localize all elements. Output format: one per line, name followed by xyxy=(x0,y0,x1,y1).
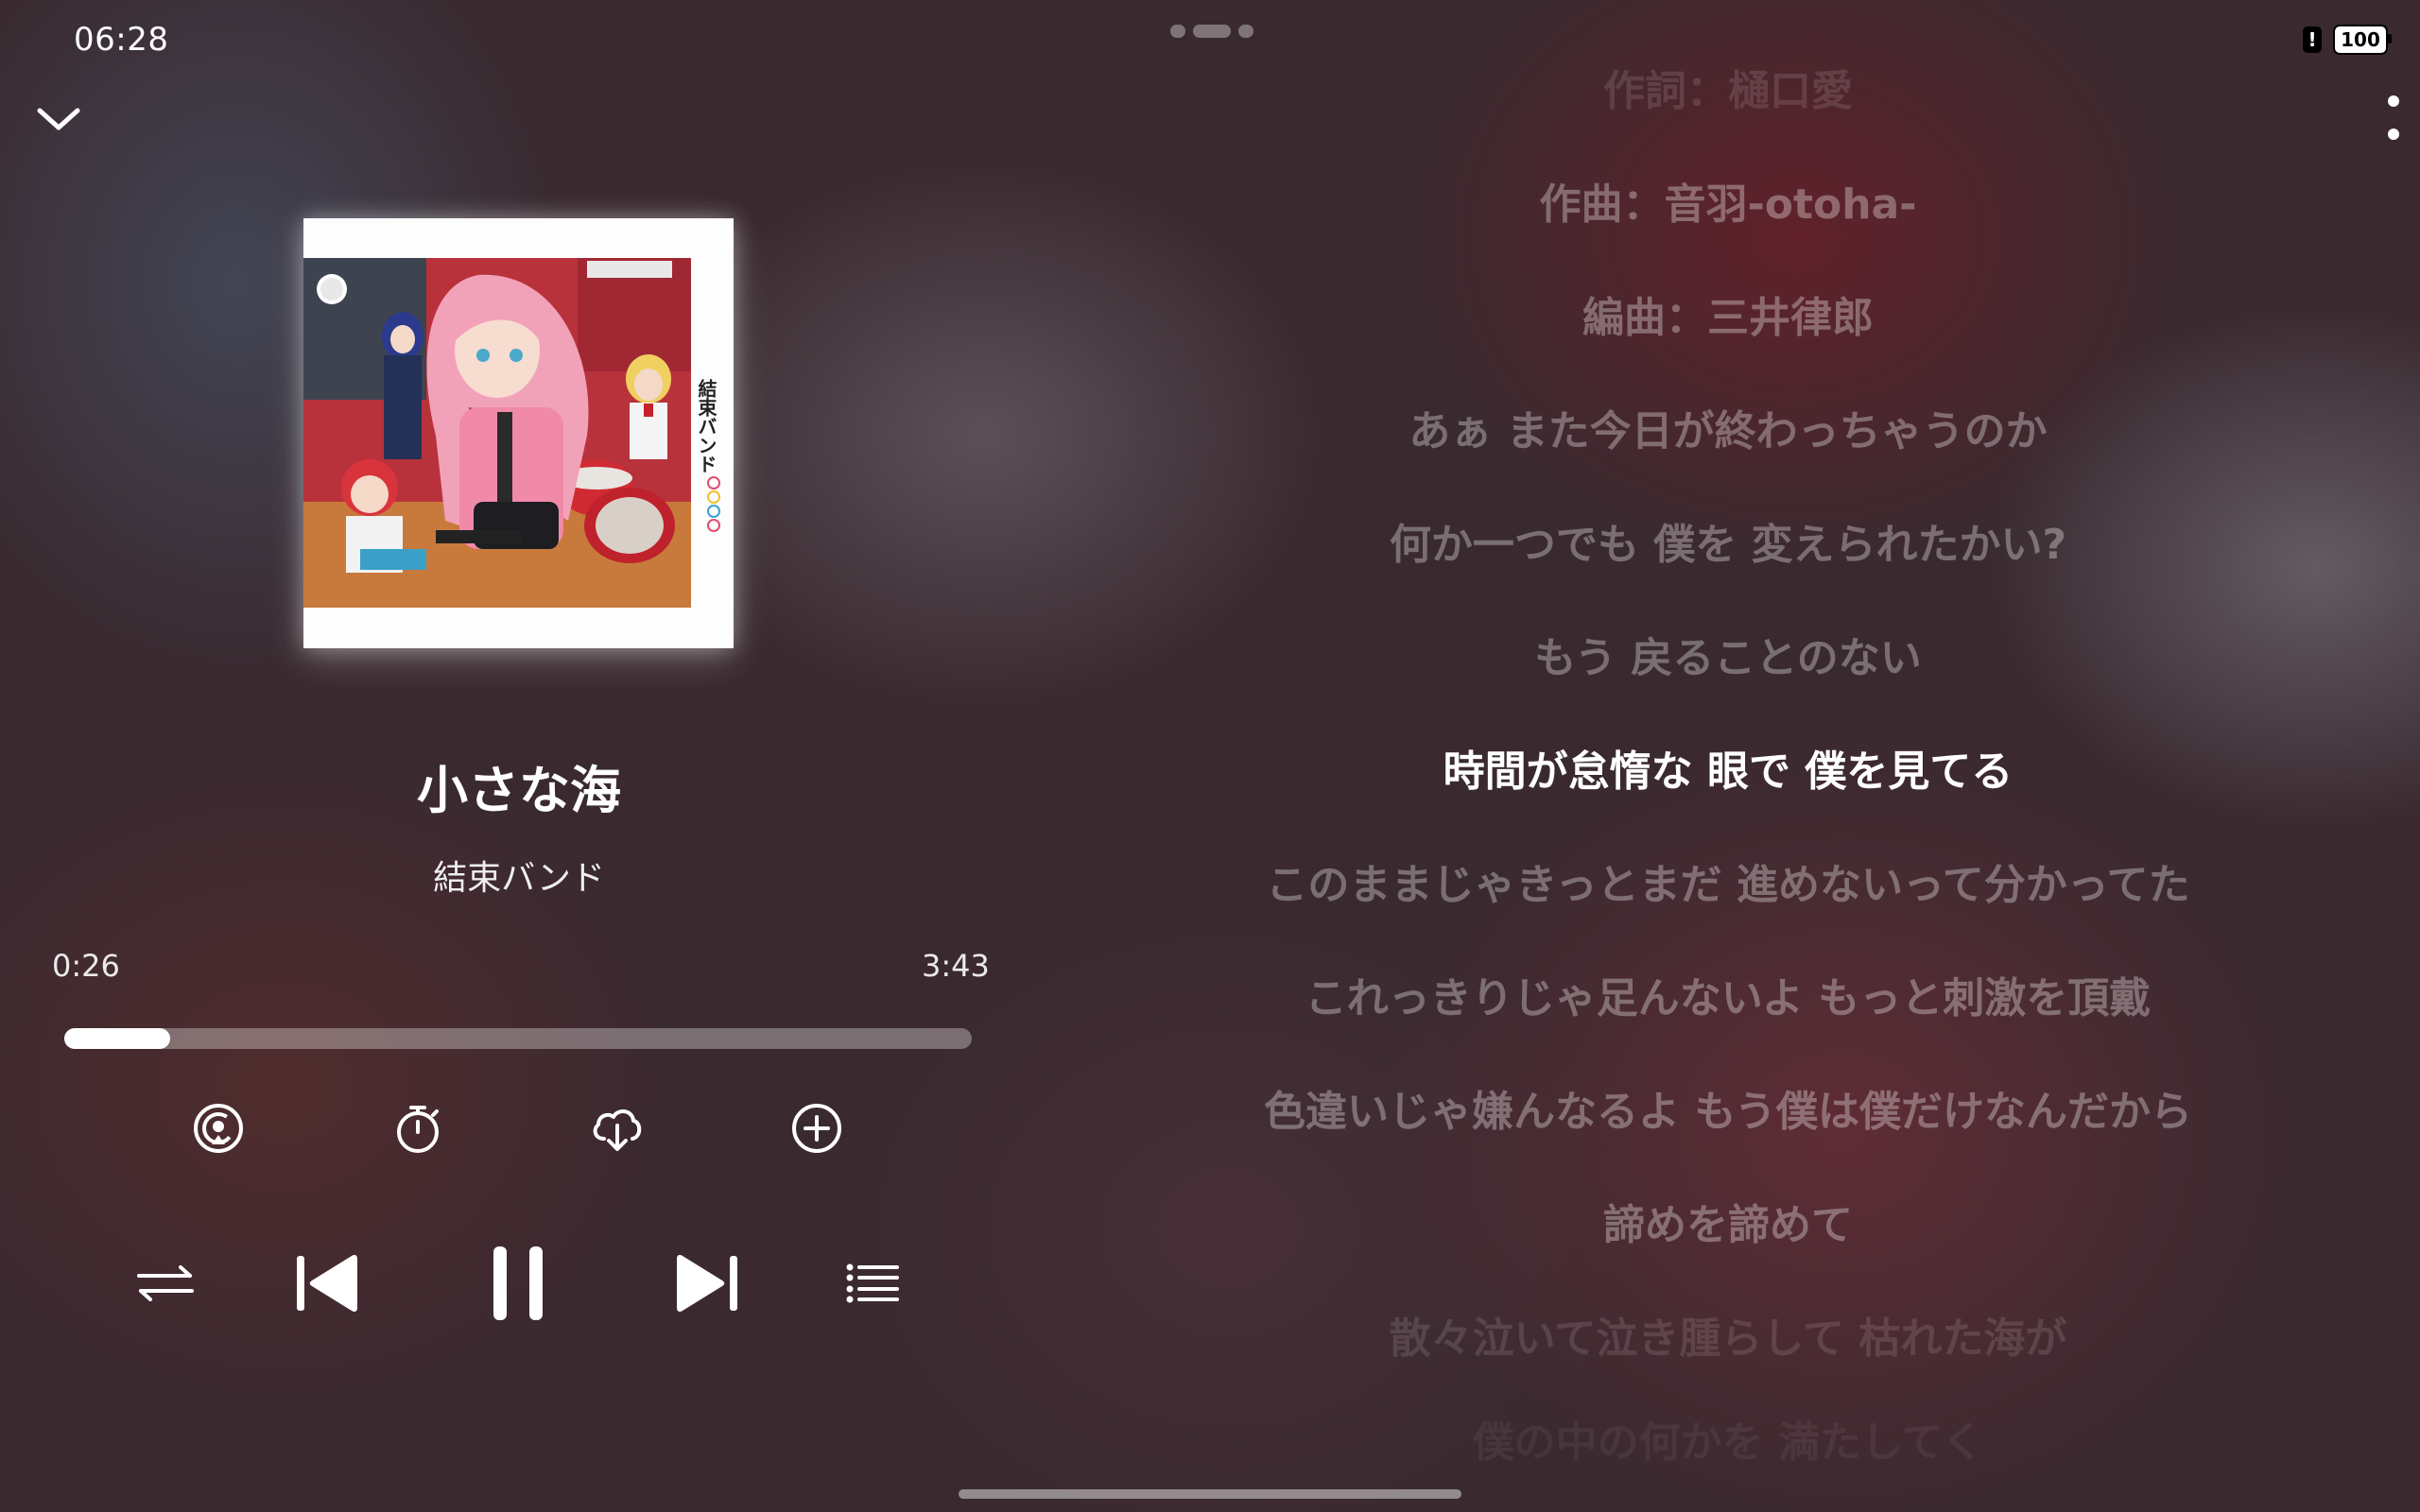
sleep-timer-button[interactable] xyxy=(389,1100,446,1157)
pause-icon xyxy=(493,1246,543,1320)
album-cover[interactable]: 結束バンド xyxy=(303,218,734,648)
more-vertical-icon xyxy=(2388,95,2399,140)
skip-previous-icon xyxy=(297,1255,357,1312)
more-options-button[interactable] xyxy=(2375,91,2412,151)
total-time: 3:43 xyxy=(922,948,990,984)
lyric-line[interactable]: あぁ また今日が終わっちゃうのか xyxy=(1161,397,2295,457)
lyric-line[interactable]: 散々泣いて泣き腫らして 枯れた海が xyxy=(1161,1304,2295,1365)
queue-list-icon xyxy=(846,1263,899,1303)
elapsed-time: 0:26 xyxy=(52,948,120,984)
lyric-line[interactable]: このままじゃきっとまだ 進めないって分かってた xyxy=(1161,850,2295,911)
cast-icon xyxy=(194,1104,243,1153)
battery-indicator: 100 xyxy=(2333,25,2392,55)
alert-icon: ! xyxy=(2303,26,2322,53)
song-artist[interactable]: 結束バンド xyxy=(0,850,1038,900)
home-indicator[interactable] xyxy=(959,1489,1461,1499)
cast-button[interactable] xyxy=(190,1100,247,1157)
progress-fill xyxy=(64,1028,171,1049)
chevron-down-icon xyxy=(37,108,80,130)
repeat-mode-button[interactable] xyxy=(132,1257,199,1310)
lyric-line[interactable]: 色違いじゃ嫌んなるよ もう僕は僕だけなんだから xyxy=(1161,1077,2295,1138)
lyric-line[interactable]: 作詞：樋口愛 xyxy=(1161,57,2295,117)
progress-slider[interactable] xyxy=(64,1028,972,1049)
download-button[interactable] xyxy=(589,1100,646,1157)
lyric-line[interactable]: 編曲：三井律郎 xyxy=(1161,284,2295,344)
collapse-button[interactable] xyxy=(34,98,83,140)
previous-track-button[interactable] xyxy=(289,1251,365,1315)
lyric-line[interactable]: 何か一つでも 僕を 変えられたかい? xyxy=(1161,510,2295,571)
now-playing-screen: 06:28 ! 100 結束バンド 小さな海 結束バンド 0:26 3:43 作… xyxy=(0,0,2420,1512)
cloud-download-icon xyxy=(593,1109,642,1151)
repeat-icon xyxy=(137,1265,194,1301)
song-title: 小さな海 xyxy=(417,761,621,820)
next-track-button[interactable] xyxy=(669,1251,745,1315)
add-circle-icon xyxy=(792,1104,841,1153)
lyric-line[interactable]: 作曲：音羽-otoha- xyxy=(1161,170,2295,231)
lyric-line[interactable]: 諦めを諦めて xyxy=(1161,1191,2295,1251)
album-spine-text: 結束バンド xyxy=(695,378,717,473)
queue-button[interactable] xyxy=(841,1257,904,1310)
lyric-line[interactable]: 僕の中の何かを 満たしてく xyxy=(1161,1408,2295,1469)
lyrics-panel[interactable]: 作詞：樋口愛 作曲：音羽-otoha- 編曲：三井律郎 あぁ また今日が終わっち… xyxy=(1161,38,2295,1467)
multitasking-indicator[interactable] xyxy=(1170,25,1253,38)
add-to-playlist-button[interactable] xyxy=(788,1100,845,1157)
status-icons: ! 100 xyxy=(2303,25,2392,55)
lyric-line[interactable]: もう 戻ることのない xyxy=(1161,624,2295,684)
skip-next-icon xyxy=(677,1255,737,1312)
lyric-line-active[interactable]: 時間が怠惰な 眼で 僕を見てる xyxy=(1161,737,2295,798)
timer-icon xyxy=(397,1106,439,1153)
album-art-image: 結束バンド xyxy=(303,218,734,648)
play-pause-button[interactable] xyxy=(484,1244,552,1323)
status-time: 06:28 xyxy=(74,21,169,59)
lyric-line[interactable]: これっきりじゃ足んないよ もっと刺激を頂戴 xyxy=(1161,964,2295,1024)
